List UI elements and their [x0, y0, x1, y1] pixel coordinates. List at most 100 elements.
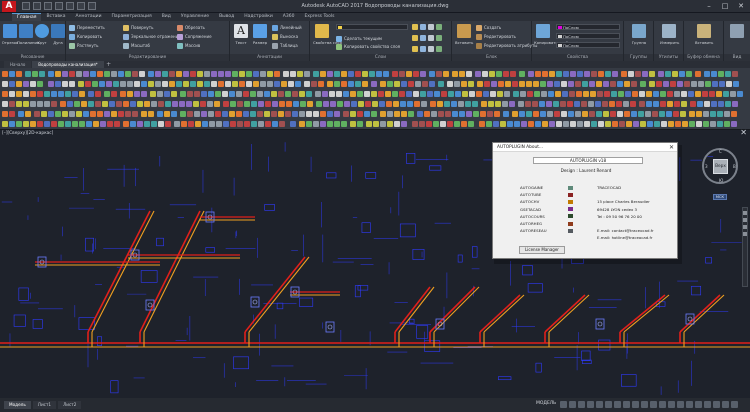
status-toggle-icon[interactable]	[668, 401, 675, 408]
toolbar-button-icon[interactable]	[216, 120, 222, 127]
toolbar-button-icon[interactable]	[540, 80, 546, 87]
toolbar-button-icon[interactable]	[95, 90, 101, 97]
toolbar-button-icon[interactable]	[260, 80, 266, 87]
toolbar-button-icon[interactable]	[2, 70, 8, 77]
color-dropdown[interactable]: ПоСлою	[556, 24, 620, 30]
toolbar-button-icon[interactable]	[16, 120, 22, 127]
toolbar-button-icon[interactable]	[164, 110, 170, 117]
toolbar-button-icon[interactable]	[155, 80, 161, 87]
toolbar-button-icon[interactable]	[663, 80, 669, 87]
toolbar-button-icon[interactable]	[355, 80, 361, 87]
toolbar-button-icon[interactable]	[616, 100, 622, 107]
toolbar-button-icon[interactable]	[343, 90, 349, 97]
toolbar-button-icon[interactable]	[2, 80, 8, 87]
toolbar-button-icon[interactable]	[281, 80, 287, 87]
toolbar-button-icon[interactable]	[649, 70, 655, 77]
modify-tool-7[interactable]: Сопряжение	[177, 33, 212, 40]
toolbar-button-icon[interactable]	[239, 70, 245, 77]
toolbar-button-icon[interactable]	[148, 80, 154, 87]
layer-tool-icon[interactable]	[420, 35, 426, 41]
toolbar-button-icon[interactable]	[414, 100, 420, 107]
toolbar-button-icon[interactable]	[90, 70, 96, 77]
toolbar-button-icon[interactable]	[514, 120, 520, 127]
toolbar-button-icon[interactable]	[680, 110, 686, 117]
toolbar-button-icon[interactable]	[604, 90, 610, 97]
toolbar-button-icon[interactable]	[518, 100, 524, 107]
toolbar-button-icon[interactable]	[48, 110, 54, 117]
toolbar-button-icon[interactable]	[528, 120, 534, 127]
group-tool[interactable]: Группа	[630, 24, 648, 45]
toolbar-button-icon[interactable]	[141, 90, 147, 97]
toolbar-button-icon[interactable]	[329, 90, 335, 97]
toolbar-button-icon[interactable]	[711, 100, 717, 107]
toolbar-button-icon[interactable]	[104, 110, 110, 117]
ribbon-tab-1[interactable]: Вставка	[41, 13, 70, 21]
toolbar-button-icon[interactable]	[451, 100, 457, 107]
toolbar-button-icon[interactable]	[716, 90, 722, 97]
viewcube[interactable]: Верх С Ю З В	[702, 148, 738, 184]
toolbar-button-icon[interactable]	[171, 90, 177, 97]
toolbar-button-icon[interactable]	[583, 90, 589, 97]
toolbar-button-icon[interactable]	[438, 110, 444, 117]
modify-tool-5[interactable]: Масштаб	[123, 42, 150, 49]
toolbar-button-icon[interactable]	[169, 70, 175, 77]
toolbar-button-icon[interactable]	[299, 90, 305, 97]
toolbar-button-icon[interactable]	[79, 90, 85, 97]
toolbar-button-icon[interactable]	[639, 90, 645, 97]
toolbar-button-icon[interactable]	[596, 80, 602, 87]
toolbar-button-icon[interactable]	[350, 120, 356, 127]
viewcube-east[interactable]: В	[733, 164, 736, 169]
toolbar-button-icon[interactable]	[582, 110, 588, 117]
status-toggle-icon[interactable]	[587, 401, 594, 408]
toolbar-button-icon[interactable]	[292, 110, 298, 117]
toolbar-button-icon[interactable]	[341, 70, 347, 77]
toolbar-button-icon[interactable]	[274, 70, 280, 77]
viewcube-top-face[interactable]: Верх	[713, 159, 728, 174]
toolbar-button-icon[interactable]	[510, 70, 516, 77]
toolbar-button-icon[interactable]	[304, 80, 310, 87]
ribbon-tab-5[interactable]: Управление	[176, 13, 214, 21]
toolbar-button-icon[interactable]	[717, 110, 723, 117]
toolbar-button-icon[interactable]	[320, 120, 326, 127]
toolbar-button-icon[interactable]	[674, 90, 680, 97]
toolbar-button-icon[interactable]	[204, 80, 210, 87]
toolbar-button-icon[interactable]	[429, 70, 435, 77]
model-space-toggle[interactable]: МОДЕЛЬ	[536, 401, 556, 406]
toolbar-button-icon[interactable]	[445, 110, 451, 117]
toolbar-button-icon[interactable]	[30, 100, 36, 107]
toolbar-button-icon[interactable]	[628, 70, 634, 77]
toolbar-button-icon[interactable]	[448, 90, 454, 97]
toolbar-button-icon[interactable]	[556, 70, 562, 77]
toolbar-button-icon[interactable]	[30, 120, 36, 127]
product-color-swatch[interactable]	[568, 185, 573, 190]
toolbar-button-icon[interactable]	[413, 70, 419, 77]
measure-tool[interactable]: Измерить	[660, 24, 679, 45]
toolbar-button-icon[interactable]	[348, 80, 354, 87]
toolbar-button-icon[interactable]	[482, 70, 488, 77]
toolbar-button-icon[interactable]	[180, 90, 186, 97]
ribbon-tab-2[interactable]: Аннотации	[71, 13, 107, 21]
toolbar-button-icon[interactable]	[399, 70, 405, 77]
toolbar-button-icon[interactable]	[476, 90, 482, 97]
toolbar-button-icon[interactable]	[420, 90, 426, 97]
status-toggle-icon[interactable]	[614, 401, 621, 408]
toolbar-button-icon[interactable]	[702, 90, 708, 97]
toolbar-button-icon[interactable]	[569, 90, 575, 97]
toolbar-button-icon[interactable]	[387, 80, 393, 87]
toolbar-button-icon[interactable]	[719, 80, 725, 87]
toolbar-button-icon[interactable]	[732, 100, 738, 107]
toolbar-button-icon[interactable]	[612, 70, 618, 77]
toolbar-button-icon[interactable]	[458, 100, 464, 107]
toolbar-button-icon[interactable]	[297, 70, 303, 77]
toolbar-button-icon[interactable]	[337, 100, 343, 107]
toolbar-button-icon[interactable]	[526, 80, 532, 87]
toolbar-button-icon[interactable]	[114, 120, 120, 127]
toolbar-button-icon[interactable]	[83, 110, 89, 117]
status-toggle-icon[interactable]	[713, 401, 720, 408]
toolbar-button-icon[interactable]	[180, 110, 186, 117]
toolbar-button-icon[interactable]	[689, 120, 695, 127]
toolbar-button-icon[interactable]	[130, 120, 136, 127]
toolbar-button-icon[interactable]	[246, 70, 252, 77]
toolbar-button-icon[interactable]	[468, 120, 474, 127]
toolbar-button-icon[interactable]	[380, 80, 386, 87]
